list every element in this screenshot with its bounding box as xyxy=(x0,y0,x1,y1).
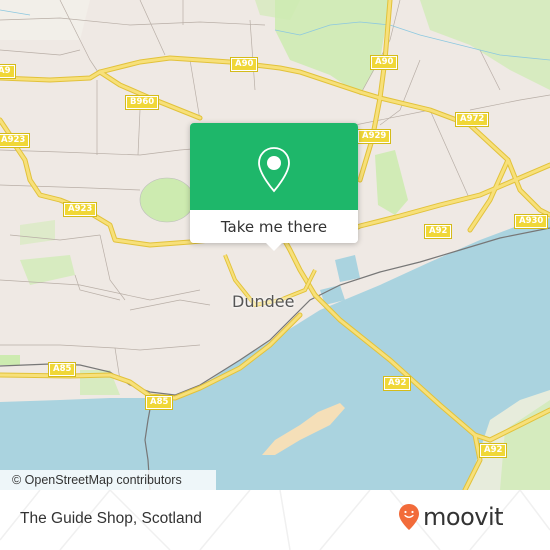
road-shield: A85 xyxy=(47,362,77,377)
take-me-there-button[interactable]: Take me there xyxy=(190,210,358,243)
moovit-pin-icon xyxy=(399,504,419,530)
road-shield: A92 xyxy=(423,224,453,239)
road-shield: A9 xyxy=(0,64,16,79)
road-shield: A930 xyxy=(513,214,549,229)
road-shield: A92 xyxy=(382,376,412,391)
road-shield: A923 xyxy=(62,202,98,217)
map-attribution[interactable]: © OpenStreetMap contributors xyxy=(0,470,216,490)
road-shield: B960 xyxy=(124,95,160,110)
road-shield: A85 xyxy=(144,395,174,410)
city-label: Dundee xyxy=(232,292,295,311)
road-shield: A90 xyxy=(229,57,259,72)
road-shield: A929 xyxy=(356,129,392,144)
map-pin-icon xyxy=(258,147,290,193)
footer: The Guide Shop, Scotland moovit xyxy=(0,490,550,550)
road-shield: A92 xyxy=(478,443,508,458)
map-view[interactable]: A9 A90 A90 B960 A972 A923 A929 A923 A930… xyxy=(0,0,550,490)
place-name: The Guide Shop, Scotland xyxy=(20,510,202,527)
moovit-logo[interactable]: moovit xyxy=(398,503,504,531)
moovit-wordmark: moovit xyxy=(423,503,504,531)
road-shield: A90 xyxy=(369,55,399,70)
popup-pointer xyxy=(266,243,282,251)
road-shield: A972 xyxy=(454,112,490,127)
road-shield: A923 xyxy=(0,133,31,148)
